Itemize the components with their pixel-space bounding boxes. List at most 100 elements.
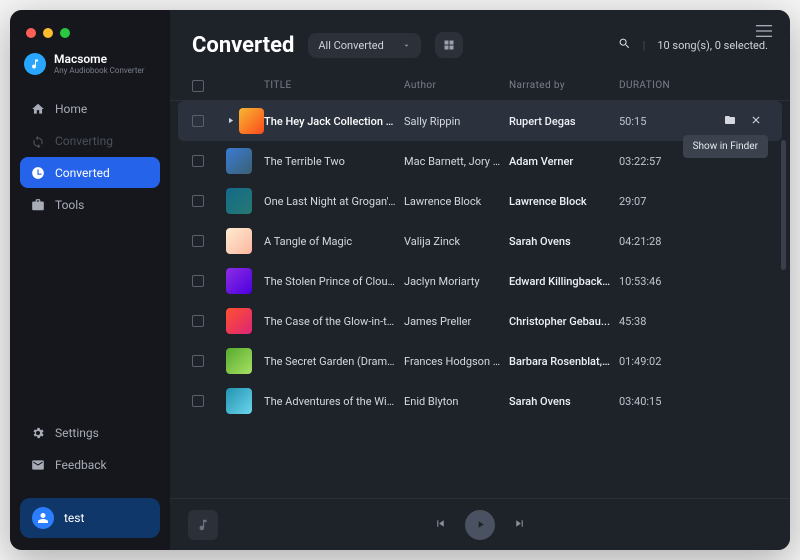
row-title: The Case of the Glow-in-the...: [264, 315, 404, 328]
cover-thumbnail: [226, 148, 252, 174]
sidebar-item-label: Converting: [55, 134, 113, 148]
cover-thumbnail: [226, 228, 252, 254]
col-author: Author: [404, 80, 509, 92]
sidebar-item-converted[interactable]: Converted: [20, 157, 160, 188]
sidebar-item-label: Feedback: [55, 458, 107, 472]
home-icon: [30, 101, 45, 116]
sidebar-item-feedback[interactable]: Feedback: [20, 449, 160, 480]
table-row[interactable]: The Case of the Glow-in-the...James Prel…: [170, 301, 790, 341]
status-text: 10 song(s), 0 selected.: [657, 39, 768, 52]
table-row[interactable]: The Secret Garden (Dramati...Frances Hod…: [170, 341, 790, 381]
cover-thumbnail: [226, 268, 252, 294]
track-list: The Hey Jack Collection #2Sally RippinRu…: [170, 101, 790, 498]
table-row[interactable]: A Tangle of MagicValija ZinckSarah Ovens…: [170, 221, 790, 261]
row-title: The Terrible Two: [264, 155, 404, 168]
sidebar-item-settings[interactable]: Settings: [20, 417, 160, 448]
filter-label: All Converted: [318, 39, 383, 52]
grid-view-button[interactable]: [435, 32, 463, 58]
row-title: A Tangle of Magic: [264, 235, 404, 248]
sidebar-item-converting[interactable]: Converting: [20, 125, 160, 156]
maximize-icon[interactable]: [60, 28, 70, 38]
window-controls: [10, 20, 170, 52]
row-checkbox[interactable]: [192, 355, 204, 367]
close-icon: [750, 114, 762, 126]
search-button[interactable]: [618, 37, 631, 53]
row-checkbox[interactable]: [192, 115, 204, 127]
header: Converted All Converted | 10 song(s), 0 …: [170, 10, 790, 74]
row-narrator: Lawrence Block: [509, 195, 619, 208]
row-duration: 50:15: [619, 115, 694, 128]
hamburger-icon[interactable]: [756, 22, 772, 41]
row-narrator: Rupert Degas: [509, 115, 619, 128]
row-duration: 03:40:15: [619, 395, 694, 408]
col-duration: DURATION: [619, 80, 694, 92]
row-narrator: Sarah Ovens: [509, 235, 619, 248]
user-icon: [32, 507, 54, 529]
row-checkbox[interactable]: [192, 395, 204, 407]
row-duration: 29:07: [619, 195, 694, 208]
player-controls: [434, 510, 526, 540]
play-icon[interactable]: [226, 115, 235, 128]
account-button[interactable]: test: [20, 498, 160, 538]
close-icon[interactable]: [26, 28, 36, 38]
row-author: Frances Hodgson B...: [404, 355, 509, 368]
chevron-down-icon: [402, 41, 411, 50]
row-title: The Secret Garden (Dramati...: [264, 355, 404, 368]
minimize-icon[interactable]: [43, 28, 53, 38]
brand-name: Macsome: [54, 52, 144, 66]
row-narrator: Sarah Ovens: [509, 395, 619, 408]
page-title: Converted: [192, 33, 294, 58]
row-title: One Last Night at Grogan's: ...: [264, 195, 404, 208]
row-author: Mac Barnett, Jory J...: [404, 155, 509, 168]
row-author: Sally Rippin: [404, 115, 509, 128]
app-window: Macsome Any Audiobook Converter Home Con…: [10, 10, 790, 550]
row-checkbox[interactable]: [192, 235, 204, 247]
skip-forward-icon: [513, 517, 526, 530]
cover-thumbnail: [226, 388, 252, 414]
sidebar-item-label: Converted: [55, 166, 110, 180]
row-checkbox[interactable]: [192, 275, 204, 287]
sidebar-item-home[interactable]: Home: [20, 93, 160, 124]
toolbox-icon: [30, 197, 45, 212]
row-duration: 10:53:46: [619, 275, 694, 288]
filter-dropdown[interactable]: All Converted: [308, 33, 420, 58]
separator: |: [643, 39, 646, 52]
main-panel: Converted All Converted | 10 song(s), 0 …: [170, 10, 790, 550]
cover-thumbnail: [226, 348, 252, 374]
folder-icon: [724, 114, 736, 126]
cover-thumbnail: [226, 308, 252, 334]
row-narrator: Barbara Rosenblat, ...: [509, 355, 619, 368]
row-checkbox[interactable]: [192, 195, 204, 207]
previous-button[interactable]: [434, 515, 447, 534]
row-duration: 01:49:02: [619, 355, 694, 368]
row-checkbox[interactable]: [192, 315, 204, 327]
row-checkbox[interactable]: [192, 155, 204, 167]
table-row[interactable]: The Stolen Prince of Cloudb...Jaclyn Mor…: [170, 261, 790, 301]
gear-icon: [30, 425, 45, 440]
nav-main: Home Converting Converted Tools: [10, 93, 170, 220]
table-row[interactable]: The Adventures of the Wishi...Enid Blyto…: [170, 381, 790, 421]
row-author: Enid Blyton: [404, 395, 509, 408]
grid-icon: [443, 39, 455, 51]
cover-thumbnail: [226, 188, 252, 214]
row-author: Valija Zinck: [404, 235, 509, 248]
table-row[interactable]: The Hey Jack Collection #2Sally RippinRu…: [178, 101, 782, 141]
table-row[interactable]: One Last Night at Grogan's: ...Lawrence …: [170, 181, 790, 221]
remove-button[interactable]: [750, 114, 762, 129]
nav-bottom: Settings Feedback: [10, 417, 170, 490]
play-button[interactable]: [465, 510, 495, 540]
select-all-checkbox[interactable]: [192, 80, 204, 92]
brand-subtitle: Any Audiobook Converter: [54, 66, 144, 75]
row-narrator: Adam Verner: [509, 155, 619, 168]
row-author: Jaclyn Moriarty: [404, 275, 509, 288]
skip-back-icon: [434, 517, 447, 530]
show-in-finder-button[interactable]: [724, 114, 736, 129]
row-title: The Adventures of the Wishi...: [264, 395, 404, 408]
row-author: Lawrence Block: [404, 195, 509, 208]
scrollbar[interactable]: [781, 140, 786, 270]
row-author: James Preller: [404, 315, 509, 328]
mail-icon: [30, 457, 45, 472]
search-icon: [618, 37, 631, 50]
next-button[interactable]: [513, 515, 526, 534]
sidebar-item-tools[interactable]: Tools: [20, 189, 160, 220]
